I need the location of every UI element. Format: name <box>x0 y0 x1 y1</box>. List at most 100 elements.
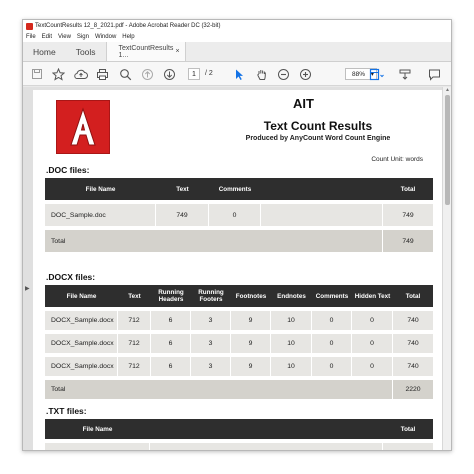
menu-sign[interactable]: Sign <box>74 34 92 40</box>
table-row: DOCX_Sample.docx 712 6 3 9 10 0 0 740 <box>45 357 433 376</box>
running-headers-cell: 6 <box>151 311 191 330</box>
count-unit: Count Unit: words <box>371 156 423 163</box>
running-headers-cell: 6 <box>151 357 191 376</box>
zoom-in-icon[interactable] <box>299 67 312 81</box>
acrobat-app-icon <box>26 22 33 30</box>
print-icon[interactable] <box>96 67 109 81</box>
tab-document-label: TextCountResults 1... <box>118 44 174 59</box>
text-count-cell: 712 <box>118 357 151 376</box>
total-value: 2220 <box>393 380 433 399</box>
zoom-value: 88% <box>352 70 366 78</box>
table-row: DOCX_Sample.docx 712 6 3 9 10 0 0 740 <box>45 334 433 353</box>
endnotes-cell: 10 <box>271 357 312 376</box>
hidden-text-cell: 0 <box>352 357 393 376</box>
comments-cell: 0 <box>312 311 352 330</box>
text-count-cell: 712 <box>118 311 151 330</box>
column-header: Text <box>118 285 151 307</box>
tab-bar: Home Tools TextCountResults 1... × <box>23 42 451 62</box>
file-name-cell: TXT_Sample.txt <box>45 443 150 450</box>
file-name-cell: DOC_Sample.doc <box>45 204 156 226</box>
pdf-page: AIT Text Count Results Produced by AnyCo… <box>33 90 443 450</box>
total-cell: 740 <box>393 311 433 330</box>
running-footers-cell: 3 <box>191 334 231 353</box>
column-header: Comments <box>209 178 261 200</box>
menu-bar: File Edit View Sign Window Help <box>23 32 451 42</box>
save-icon[interactable] <box>31 67 43 81</box>
hand-icon[interactable] <box>255 67 268 81</box>
total-row: Total 749 <box>45 230 433 252</box>
scroll-up-icon[interactable]: ▲ <box>444 87 451 93</box>
menu-edit[interactable]: Edit <box>39 34 55 40</box>
comments-cell: 0 <box>312 334 352 353</box>
empty-cell <box>150 443 383 450</box>
table-row: DOCX_Sample.docx 712 6 3 9 10 0 0 740 <box>45 311 433 330</box>
column-header <box>261 178 383 200</box>
report-subtitle: Produced by AnyCount Word Count Engine <box>245 135 391 142</box>
brand-name: AIT <box>293 96 314 111</box>
page-number-input[interactable]: 1 <box>188 68 200 80</box>
acrobat-window: TextCountResults 12_8_2021.pdf - Adobe A… <box>22 19 452 451</box>
docx-section-heading: .DOCX files: <box>46 272 96 282</box>
scrollbar-thumb[interactable] <box>445 95 450 205</box>
running-footers-cell: 3 <box>191 311 231 330</box>
endnotes-cell: 10 <box>271 311 312 330</box>
column-header: File Name <box>45 178 156 200</box>
txt-table: File Name Total TXT_Sample.txt 857 <box>45 419 433 450</box>
tab-tools[interactable]: Tools <box>66 42 106 61</box>
title-bar: TextCountResults 12_8_2021.pdf - Adobe A… <box>23 20 451 32</box>
document-viewport[interactable]: ▶ AIT Text Count Results Produced by Any… <box>23 87 451 450</box>
column-header: Comments <box>312 285 352 307</box>
close-tab-icon[interactable]: × <box>175 48 179 55</box>
total-label: Total <box>45 380 393 399</box>
upload-icon[interactable] <box>74 67 88 81</box>
file-name-cell: DOCX_Sample.docx <box>45 334 118 353</box>
table-row: DOC_Sample.doc 749 0 749 <box>45 204 433 226</box>
txt-section-heading: .TXT files: <box>46 406 87 416</box>
page-up-icon[interactable] <box>141 67 154 81</box>
endnotes-cell: 10 <box>271 334 312 353</box>
page-down-icon[interactable] <box>163 67 176 81</box>
vertical-scrollbar[interactable]: ▲ <box>442 87 451 450</box>
total-cell: 740 <box>393 357 433 376</box>
search-icon[interactable] <box>119 67 132 81</box>
column-header <box>150 419 383 439</box>
panel-expand-icon[interactable]: ▶ <box>25 285 30 292</box>
total-label: Total <box>45 230 383 252</box>
column-header: Running Footers <box>191 285 231 307</box>
text-count-cell: 749 <box>156 204 209 226</box>
total-value: 749 <box>383 230 433 252</box>
table-row: TXT_Sample.txt 857 <box>45 443 433 450</box>
fit-page-icon[interactable] <box>369 67 385 81</box>
zoom-out-icon[interactable] <box>277 67 290 81</box>
column-header: Text <box>156 178 209 200</box>
footnotes-cell: 9 <box>231 311 271 330</box>
page-total: / 2 <box>205 70 213 77</box>
comment-tool-icon[interactable] <box>398 67 412 81</box>
total-row: Total 2220 <box>45 380 433 399</box>
comments-count-cell: 0 <box>209 204 261 226</box>
star-icon[interactable] <box>52 67 65 81</box>
tab-home[interactable]: Home <box>23 42 66 61</box>
menu-help[interactable]: Help <box>119 34 137 40</box>
toolbar: 1 / 2 88% ▾ <box>23 62 451 86</box>
column-header: Running Headers <box>151 285 191 307</box>
running-footers-cell: 3 <box>191 357 231 376</box>
select-icon[interactable] <box>233 67 245 81</box>
total-cell: 749 <box>383 204 433 226</box>
menu-view[interactable]: View <box>55 34 74 40</box>
file-name-cell: DOCX_Sample.docx <box>45 311 118 330</box>
comments-cell: 0 <box>312 357 352 376</box>
column-header: File Name <box>45 285 118 307</box>
menu-file[interactable]: File <box>23 34 39 40</box>
column-header: Endnotes <box>271 285 312 307</box>
column-header: Total <box>383 419 433 439</box>
doc-section-heading: .DOC files: <box>46 165 90 175</box>
menu-window[interactable]: Window <box>92 34 119 40</box>
hidden-text-cell: 0 <box>352 334 393 353</box>
text-count-cell: 712 <box>118 334 151 353</box>
comment-icon[interactable] <box>428 67 441 81</box>
empty-cell <box>261 204 383 226</box>
doc-table: File Name Text Comments Total DOC_Sample… <box>45 178 433 252</box>
tab-document[interactable]: TextCountResults 1... × <box>105 42 186 61</box>
column-header: Hidden Text <box>352 285 393 307</box>
